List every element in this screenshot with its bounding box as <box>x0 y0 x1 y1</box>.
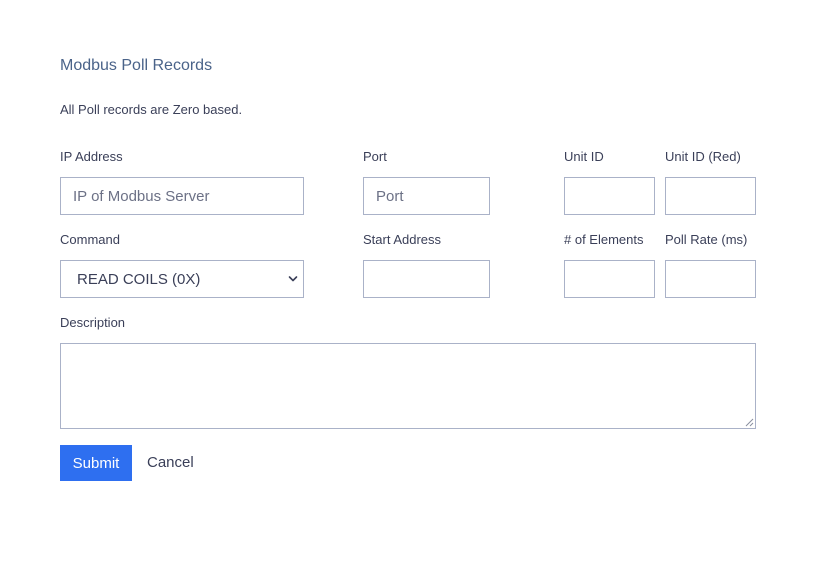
port-label: Port <box>363 149 387 164</box>
num-elements-input[interactable] <box>564 260 655 298</box>
poll-rate-label: Poll Rate (ms) <box>665 232 748 247</box>
form-title: Modbus Poll Records <box>60 57 213 74</box>
cancel-link[interactable]: Cancel <box>147 454 194 471</box>
command-select[interactable]: READ COILS (0X) <box>60 260 304 298</box>
description-textarea[interactable] <box>60 343 756 429</box>
description-label: Description <box>60 315 126 330</box>
start-address-label: Start Address <box>363 232 442 247</box>
unit-id-input[interactable] <box>564 177 655 215</box>
poll-rate-input[interactable] <box>665 260 756 298</box>
command-label: Command <box>60 232 120 247</box>
resize-handle-icon[interactable] <box>745 418 754 427</box>
unit-id-red-input[interactable] <box>665 177 756 215</box>
num-elements-label: # of Elements <box>564 232 644 247</box>
unit-id-red-label: Unit ID (Red) <box>665 149 741 164</box>
ip-address-input[interactable] <box>60 177 304 215</box>
modbus-poll-form: Modbus Poll Records All Poll records are… <box>0 0 834 587</box>
submit-button[interactable]: Submit <box>60 445 132 481</box>
zero-based-note: All Poll records are Zero based. <box>60 102 243 117</box>
command-selected-value: READ COILS (0X) <box>77 271 201 288</box>
start-address-input[interactable] <box>363 260 490 298</box>
port-input[interactable] <box>363 177 490 215</box>
ip-address-label: IP Address <box>60 149 123 164</box>
chevron-down-icon <box>288 276 298 282</box>
unit-id-label: Unit ID <box>564 149 604 164</box>
